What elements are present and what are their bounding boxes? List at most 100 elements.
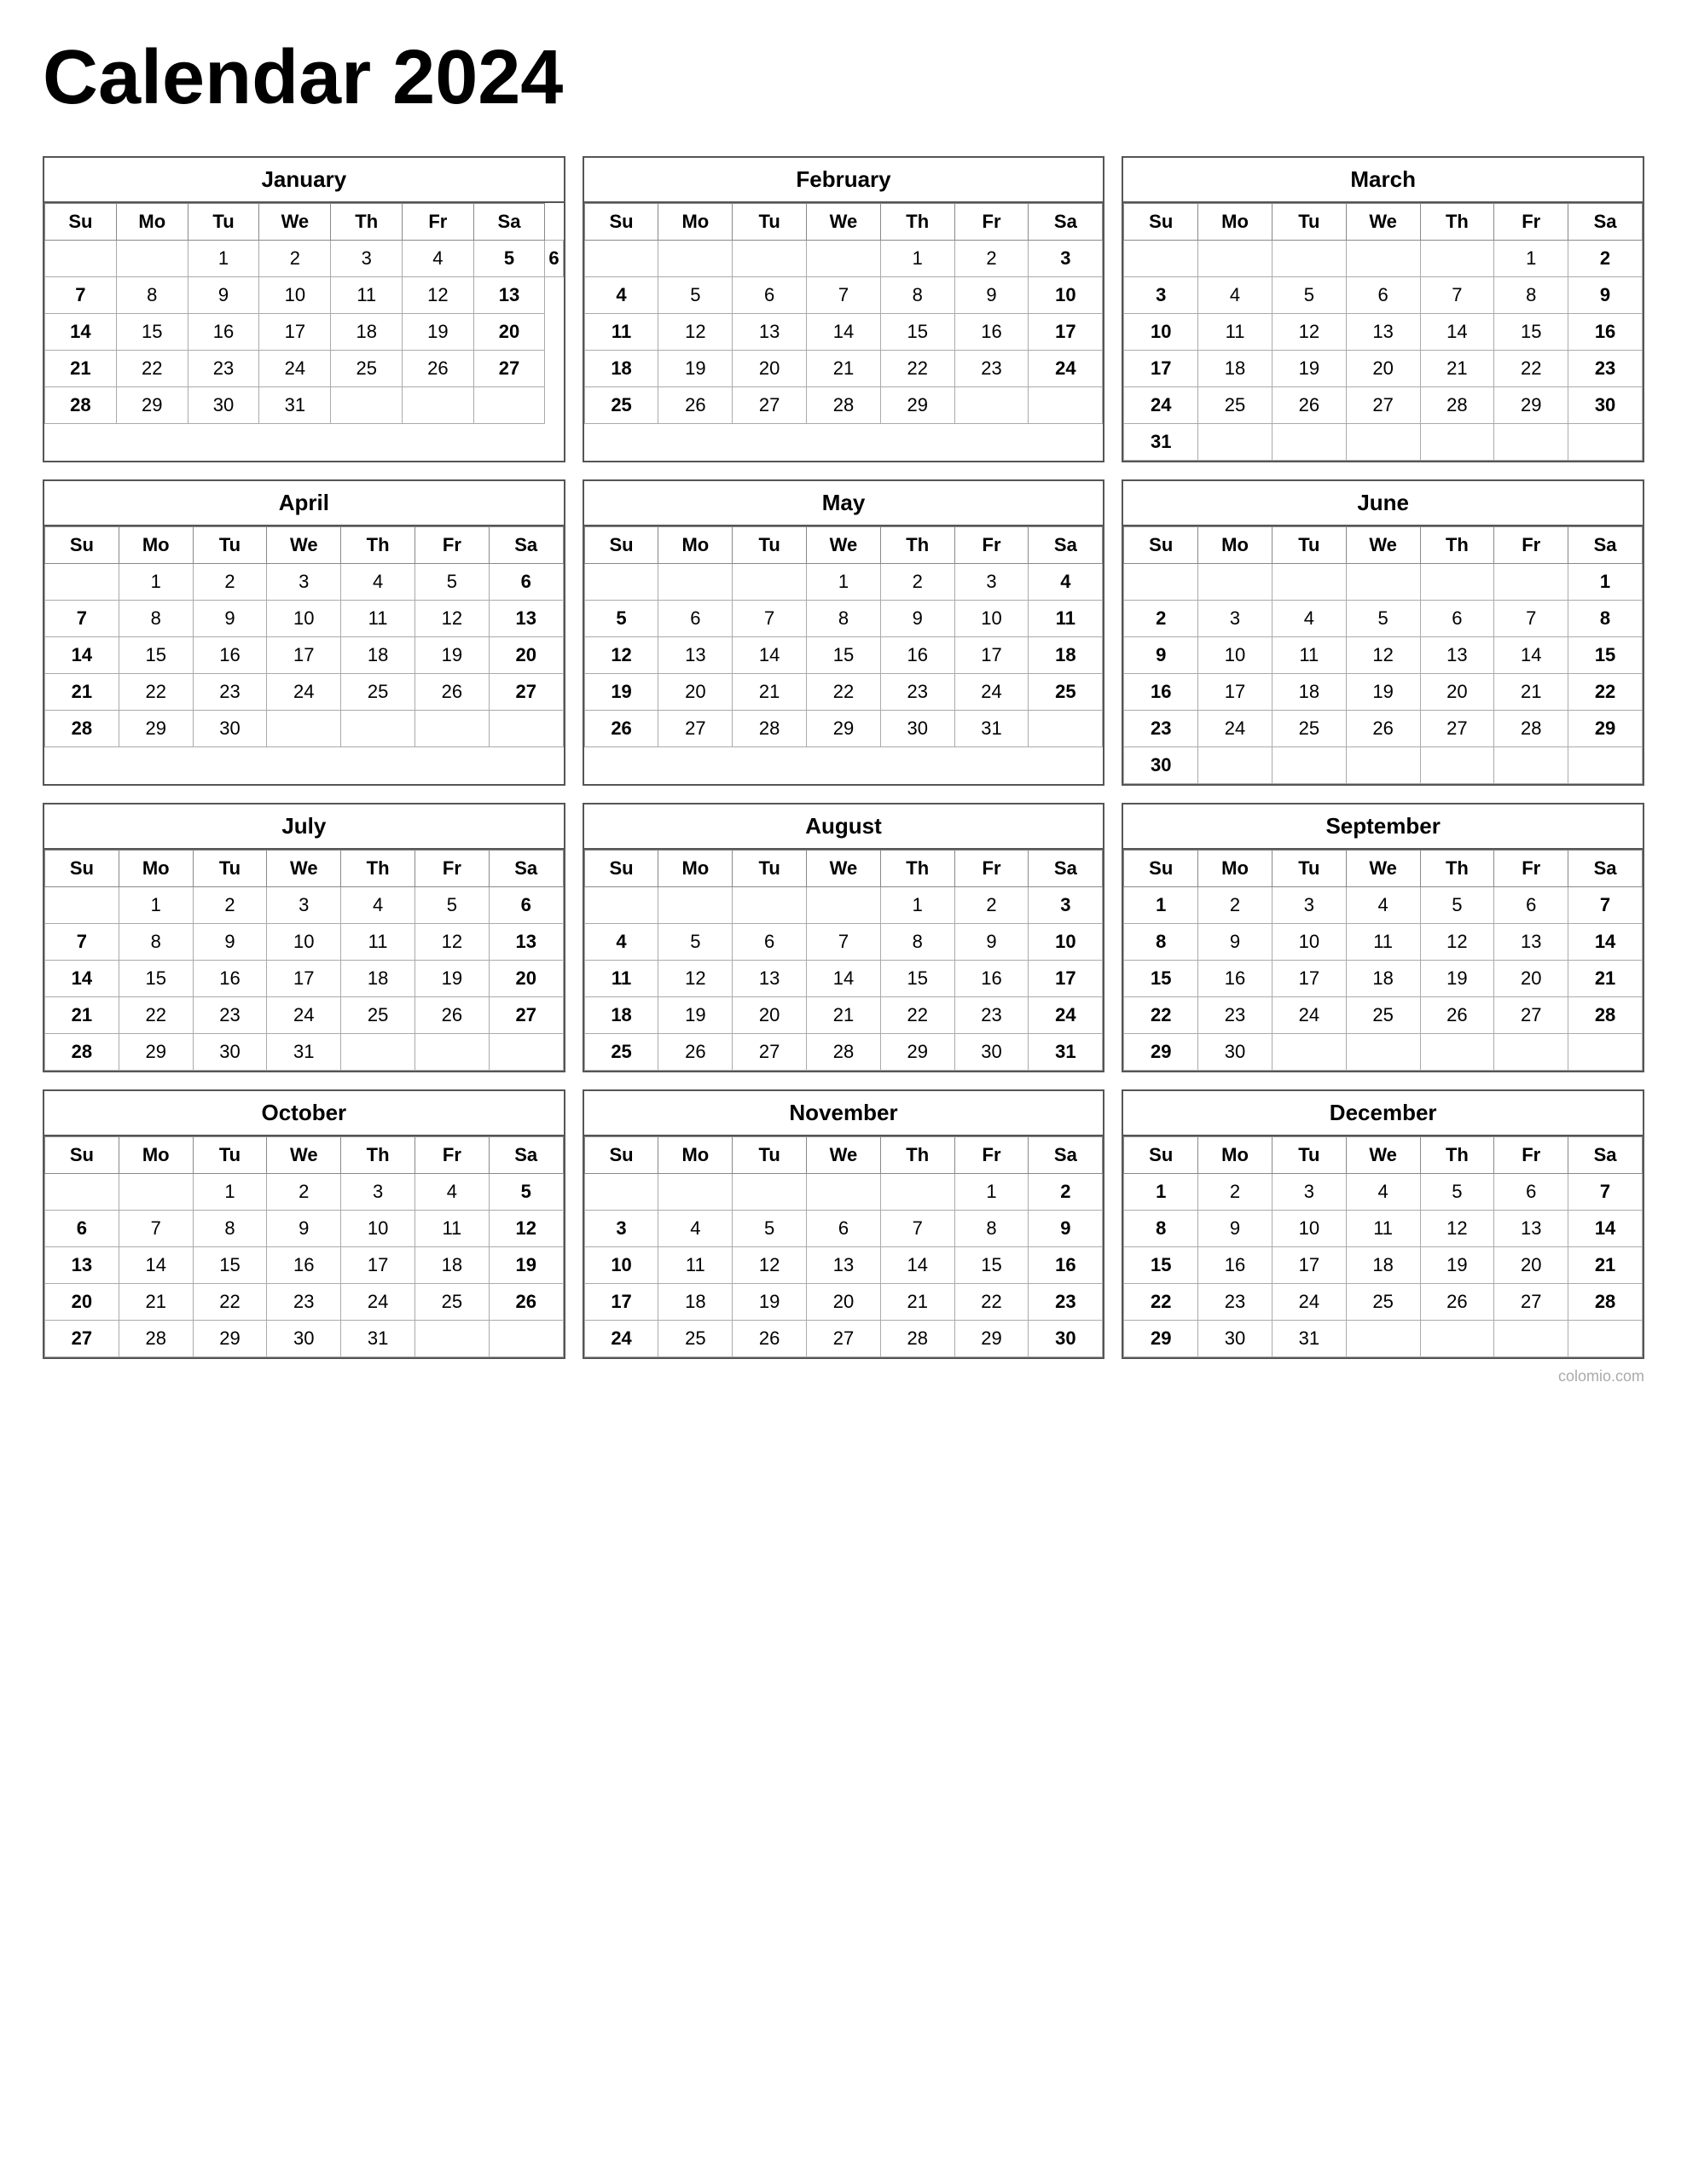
day-header-mo: Mo xyxy=(1198,204,1272,241)
day-cell: 12 xyxy=(1272,314,1346,351)
day-header-su: Su xyxy=(45,851,119,887)
day-cell: 4 xyxy=(658,1211,733,1247)
day-cell: 10 xyxy=(267,601,341,637)
day-cell: 25 xyxy=(1346,1284,1420,1321)
day-header-su: Su xyxy=(45,527,119,564)
day-cell: 24 xyxy=(1198,711,1272,747)
day-cell: 9 xyxy=(267,1211,341,1247)
day-cell: 20 xyxy=(807,1284,881,1321)
day-cell: 2 xyxy=(1198,1174,1272,1211)
day-cell: 24 xyxy=(1029,997,1103,1034)
day-header-sa: Sa xyxy=(489,851,563,887)
day-cell: 27 xyxy=(733,1034,807,1071)
day-cell: 11 xyxy=(584,961,658,997)
month-title-november: November xyxy=(584,1091,1104,1136)
day-header-tu: Tu xyxy=(1272,527,1346,564)
day-cell: 19 xyxy=(1346,674,1420,711)
day-cell: 18 xyxy=(1272,674,1346,711)
day-cell: 8 xyxy=(1124,1211,1198,1247)
day-header-sa: Sa xyxy=(473,204,545,241)
day-header-we: We xyxy=(1346,527,1420,564)
day-cell xyxy=(807,887,881,924)
day-cell: 23 xyxy=(1568,351,1643,387)
day-header-fr: Fr xyxy=(954,204,1029,241)
day-cell: 26 xyxy=(1272,387,1346,424)
month-title-december: December xyxy=(1123,1091,1643,1136)
day-cell xyxy=(658,564,733,601)
month-table-june: SuMoTuWeThFrSa12345678910111213141516171… xyxy=(1123,526,1643,784)
day-cell: 3 xyxy=(331,241,403,277)
day-cell: 28 xyxy=(1420,387,1494,424)
day-cell: 17 xyxy=(1029,961,1103,997)
day-cell xyxy=(1272,564,1346,601)
day-cell xyxy=(1029,387,1103,424)
day-cell: 6 xyxy=(1494,887,1568,924)
day-cell: 3 xyxy=(1124,277,1198,314)
day-header-we: We xyxy=(267,527,341,564)
month-title-october: October xyxy=(44,1091,564,1136)
day-header-th: Th xyxy=(880,1137,954,1174)
day-cell xyxy=(341,1034,415,1071)
day-cell: 23 xyxy=(954,997,1029,1034)
day-cell: 9 xyxy=(954,277,1029,314)
day-cell: 22 xyxy=(807,674,881,711)
day-cell: 17 xyxy=(267,961,341,997)
day-cell: 5 xyxy=(1420,1174,1494,1211)
month-table-december: SuMoTuWeThFrSa12345678910111213141516171… xyxy=(1123,1136,1643,1357)
day-cell: 27 xyxy=(473,351,545,387)
day-cell: 10 xyxy=(1029,277,1103,314)
day-cell: 29 xyxy=(1124,1034,1198,1071)
day-cell xyxy=(733,1174,807,1211)
day-cell: 4 xyxy=(403,241,474,277)
day-cell: 8 xyxy=(119,601,193,637)
day-cell: 4 xyxy=(1272,601,1346,637)
day-cell: 16 xyxy=(267,1247,341,1284)
day-cell: 18 xyxy=(584,351,658,387)
month-title-july: July xyxy=(44,804,564,850)
day-cell: 5 xyxy=(1420,887,1494,924)
day-cell: 10 xyxy=(1272,924,1346,961)
day-cell: 26 xyxy=(415,997,489,1034)
day-cell xyxy=(1420,241,1494,277)
day-cell: 3 xyxy=(267,887,341,924)
month-table-january: SuMoTuWeThFrSa12345678910111213141516171… xyxy=(44,203,564,424)
day-cell: 24 xyxy=(1124,387,1198,424)
day-header-su: Su xyxy=(45,1137,119,1174)
day-header-we: We xyxy=(807,1137,881,1174)
day-cell: 19 xyxy=(658,997,733,1034)
day-cell xyxy=(1420,747,1494,784)
day-header-mo: Mo xyxy=(119,851,193,887)
day-cell: 25 xyxy=(341,997,415,1034)
day-cell: 8 xyxy=(1494,277,1568,314)
day-cell: 29 xyxy=(807,711,881,747)
day-cell: 20 xyxy=(489,637,563,674)
day-cell: 22 xyxy=(1568,674,1643,711)
day-cell: 21 xyxy=(45,674,119,711)
day-cell: 24 xyxy=(259,351,331,387)
day-header-su: Su xyxy=(45,204,117,241)
day-cell: 1 xyxy=(807,564,881,601)
day-cell: 1 xyxy=(119,564,193,601)
day-cell: 1 xyxy=(188,241,259,277)
watermark: colomio.com xyxy=(43,1368,1644,1385)
day-header-sa: Sa xyxy=(1029,851,1103,887)
day-cell: 29 xyxy=(116,387,188,424)
day-cell: 14 xyxy=(1568,1211,1643,1247)
day-cell xyxy=(489,1034,563,1071)
day-header-sa: Sa xyxy=(489,527,563,564)
day-cell: 6 xyxy=(733,924,807,961)
day-cell: 10 xyxy=(1124,314,1198,351)
month-title-june: June xyxy=(1123,481,1643,526)
day-header-th: Th xyxy=(1420,204,1494,241)
day-cell: 4 xyxy=(1198,277,1272,314)
day-cell: 6 xyxy=(45,1211,119,1247)
day-cell xyxy=(1272,1034,1346,1071)
day-cell: 16 xyxy=(954,961,1029,997)
day-cell: 1 xyxy=(1124,887,1198,924)
day-cell xyxy=(489,1321,563,1357)
day-cell: 13 xyxy=(473,277,545,314)
day-cell: 19 xyxy=(489,1247,563,1284)
day-header-th: Th xyxy=(1420,851,1494,887)
day-cell: 2 xyxy=(267,1174,341,1211)
day-header-mo: Mo xyxy=(658,1137,733,1174)
